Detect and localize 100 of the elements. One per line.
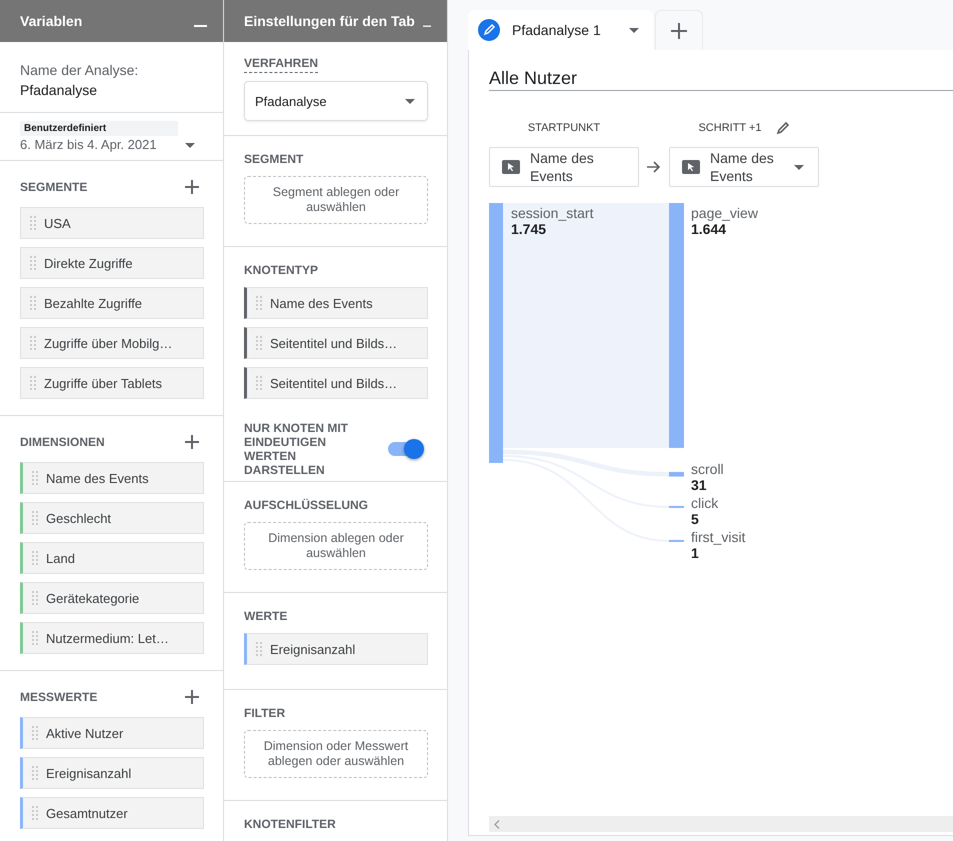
minimize-icon[interactable] [422, 24, 431, 28]
node-value: 1 [691, 544, 699, 561]
node-type-chip[interactable]: Name des Events [244, 287, 428, 319]
chip-label: Ereignisanzahl [46, 766, 132, 780]
dimension-chip[interactable]: Nutzermedium: Let… [20, 622, 204, 654]
drag-handle-icon[interactable] [32, 631, 38, 645]
minimize-icon[interactable] [194, 24, 207, 28]
value-chip[interactable]: Ereignisanzahl [244, 633, 428, 665]
section-title: AUFSCHLÜSSELUNG [244, 497, 368, 514]
chip-label: Direkte Zugriffe [44, 256, 133, 270]
drag-handle-icon[interactable] [256, 336, 262, 350]
drag-handle-icon[interactable] [32, 726, 38, 740]
dimension-chip[interactable]: Gerätekategorie [20, 582, 204, 614]
add-tab-button[interactable] [655, 10, 703, 50]
add-icon [670, 22, 688, 40]
drag-handle-icon[interactable] [32, 806, 38, 820]
dropdown-caret-icon[interactable] [185, 142, 195, 148]
dropdown-caret-icon[interactable] [405, 98, 415, 104]
node-value: 1.745 [511, 221, 546, 237]
drag-handle-icon[interactable] [30, 216, 36, 230]
chip-label: Zugriffe über Tablets [44, 376, 162, 390]
node-name: session_start [511, 205, 594, 221]
drop-zone[interactable]: Dimension ablegen oder auswählen [244, 522, 428, 570]
chevron-left-icon[interactable] [494, 820, 500, 828]
node-type-chip[interactable]: Seitentitel und Bilds… [244, 367, 428, 399]
dimension-chip[interactable]: Geschlecht [20, 502, 204, 534]
drag-handle-icon[interactable] [256, 296, 262, 310]
section-title: VERFAHREN [244, 54, 318, 73]
section-title: KNOTENFILTER [244, 816, 336, 833]
chip-label: USA [44, 216, 71, 230]
add-icon[interactable] [185, 435, 199, 449]
section-title: SEGMENT [244, 151, 304, 168]
chip-label: Aktive Nutzer [46, 726, 124, 740]
segment-chip[interactable]: Zugriffe über Tablets [20, 367, 204, 399]
drag-handle-icon[interactable] [30, 336, 36, 350]
dropdown-caret-icon[interactable] [794, 164, 804, 170]
chip-label: Gerätekategorie [46, 590, 140, 606]
node-value: 1.644 [691, 221, 726, 237]
drag-handle-icon[interactable] [32, 551, 38, 565]
metric-chip[interactable]: Gesamtnutzer [20, 797, 204, 829]
panel-title: Variablen [20, 13, 82, 29]
step-node-bar[interactable] [669, 472, 684, 477]
metric-chip[interactable]: Aktive Nutzer [20, 717, 204, 749]
drag-handle-icon[interactable] [256, 376, 262, 390]
dimension-chip[interactable]: Land [20, 542, 204, 574]
node-name: first_visit [691, 528, 746, 545]
dimension-chip[interactable]: Name des Events [20, 462, 204, 494]
segment-chip[interactable]: Bezahlte Zugriffe [20, 287, 204, 319]
drop-zone[interactable]: Dimension oder Messwert ablegen oder auswählen [244, 730, 428, 778]
step-node-bar[interactable] [669, 203, 684, 448]
add-icon[interactable] [185, 690, 199, 704]
edit-icon[interactable] [776, 121, 790, 135]
segment-chip[interactable]: Zugriffe über Mobilg… [20, 327, 204, 359]
drag-handle-icon[interactable] [30, 296, 36, 310]
drag-handle-icon[interactable] [32, 511, 38, 525]
chip-label: Nutzermedium: Let… [46, 630, 169, 646]
dropdown-caret-icon[interactable] [629, 28, 639, 32]
node-name: page_view [691, 205, 758, 221]
node-name: click [691, 494, 718, 511]
analysis-name[interactable]: Pfadanalyse [20, 80, 203, 100]
analysis-tab[interactable]: Pfadanalyse 1 [468, 10, 653, 50]
drag-handle-icon[interactable] [32, 766, 38, 780]
node-type-selector[interactable]: Name des Events [489, 147, 639, 187]
section-title: KNOTENTYP [244, 262, 318, 279]
technique-select[interactable]: Pfadanalyse [244, 81, 428, 121]
segment-chip[interactable]: Direkte Zugriffe [20, 247, 204, 279]
node-type-chip[interactable]: Seitentitel und Bilds… [244, 327, 428, 359]
panel-title: Einstellungen für den Tab [244, 13, 415, 29]
chip-label: Seitentitel und Bilds… [270, 336, 398, 350]
column-header: SCHRITT +1 [698, 122, 762, 134]
analysis-name-label: Name der Analyse: [20, 61, 140, 80]
horizontal-scrollbar[interactable] [489, 816, 953, 832]
chip-label: Bezahlte Zugriffe [44, 296, 142, 310]
drag-handle-icon[interactable] [256, 642, 262, 656]
column-header: STARTPUNKT [528, 122, 600, 134]
node-value: 5 [691, 510, 699, 527]
metric-chip[interactable]: Ereignisanzahl [20, 757, 204, 789]
date-range-value[interactable]: 6. März bis 4. Apr. 2021 [20, 136, 157, 154]
drag-handle-icon[interactable] [30, 256, 36, 270]
drop-zone[interactable]: Segment ablegen oder auswählen [244, 176, 428, 224]
start-node-bar[interactable] [489, 203, 503, 463]
chip-label: Geschlecht [46, 510, 112, 526]
date-range-label: Benutzerdefiniert [20, 121, 178, 136]
drag-handle-icon[interactable] [32, 471, 38, 485]
node-type-selector[interactable]: Name des Events [669, 147, 819, 187]
node-value: 31 [691, 476, 707, 493]
step-node-bar[interactable] [669, 540, 684, 542]
chip-label: Name des Events [270, 296, 373, 310]
step-node-bar[interactable] [669, 506, 684, 508]
drag-handle-icon[interactable] [32, 591, 38, 605]
pencil-icon [478, 19, 500, 41]
segment-chip[interactable]: USA [20, 207, 204, 239]
segment-title[interactable]: Alle Nutzer [489, 68, 953, 91]
node-name: scroll [691, 460, 724, 477]
add-icon[interactable] [185, 180, 199, 194]
drag-handle-icon[interactable] [30, 376, 36, 390]
section-title: DIMENSIONEN [20, 434, 105, 451]
toggle-label: NUR KNOTEN MIT EINDEUTIGEN WERTEN DARSTELLEN [244, 421, 349, 477]
chip-label: Zugriffe über Mobilg… [44, 336, 172, 350]
section-title: SEGMENTE [20, 179, 88, 196]
